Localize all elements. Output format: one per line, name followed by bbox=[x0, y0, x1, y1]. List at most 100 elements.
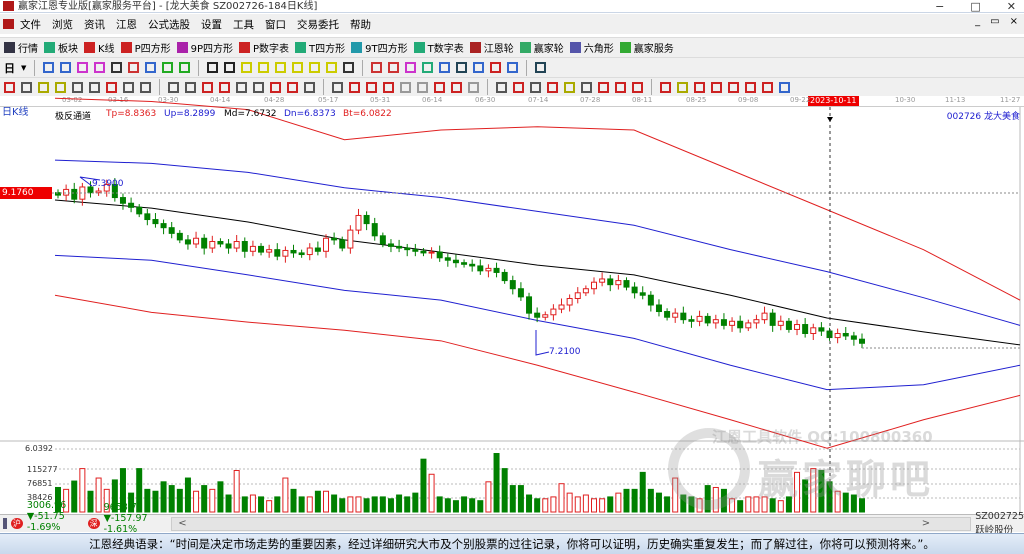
volume-bar bbox=[655, 492, 662, 513]
candle-body bbox=[71, 188, 78, 200]
volume-bar bbox=[371, 496, 378, 513]
channel-line-tp bbox=[54, 97, 1021, 301]
candle-body bbox=[339, 239, 346, 249]
candle-body bbox=[688, 319, 695, 322]
candle-body bbox=[842, 332, 849, 337]
volume-bar bbox=[184, 477, 191, 513]
volume-bar bbox=[794, 471, 801, 513]
volume-bar bbox=[737, 500, 744, 513]
candle-body bbox=[542, 314, 549, 318]
volume-bar bbox=[599, 498, 606, 513]
volume-bar bbox=[859, 498, 865, 513]
candle-body bbox=[704, 315, 711, 324]
volume-bar bbox=[639, 471, 646, 513]
candle-body bbox=[485, 267, 492, 272]
candle-body bbox=[371, 223, 378, 237]
candle-body bbox=[396, 245, 403, 249]
scroll-right-button[interactable]: > bbox=[922, 518, 930, 529]
candle-body bbox=[233, 241, 240, 249]
candle-body bbox=[306, 247, 313, 256]
candle-body bbox=[680, 312, 687, 321]
candle-body bbox=[777, 320, 784, 326]
candle-body bbox=[720, 319, 727, 326]
crosshair-arrow-icon bbox=[827, 117, 833, 122]
candle-body bbox=[599, 278, 606, 283]
volume-bar bbox=[680, 494, 687, 513]
volume-bar bbox=[363, 498, 370, 513]
candle-body bbox=[615, 280, 622, 286]
indicator-md: Md=7.6732 bbox=[224, 109, 277, 119]
volume-bar bbox=[526, 494, 533, 513]
candle-body bbox=[266, 249, 273, 253]
kline-chart[interactable] bbox=[0, 0, 1024, 514]
volume-bar bbox=[306, 496, 313, 513]
volume-bar bbox=[404, 496, 411, 513]
candle-body bbox=[160, 223, 167, 229]
ticker-scrollbar[interactable]: < > bbox=[171, 516, 972, 531]
volume-bar bbox=[704, 485, 711, 513]
candle-body bbox=[290, 249, 297, 254]
candle-body bbox=[509, 280, 516, 290]
volume-bar bbox=[428, 473, 435, 513]
candle-body bbox=[412, 249, 419, 252]
volume-bar bbox=[209, 488, 216, 513]
candle-body bbox=[176, 232, 183, 241]
candle-body bbox=[298, 252, 305, 256]
candle-body bbox=[168, 227, 175, 234]
candle-body bbox=[639, 292, 646, 296]
candle-body bbox=[209, 241, 216, 249]
candle-body bbox=[558, 304, 565, 310]
candle-body bbox=[834, 332, 841, 339]
high-price-label: 9.3900 bbox=[92, 179, 124, 189]
volume-tick: 76851 bbox=[27, 479, 53, 488]
scroll-left-button[interactable]: < bbox=[178, 518, 186, 529]
candle-body bbox=[623, 280, 630, 288]
candle-body bbox=[818, 327, 825, 332]
candle-body bbox=[452, 259, 459, 264]
candle-body bbox=[672, 312, 679, 318]
candle-body bbox=[387, 243, 394, 247]
low-marker bbox=[535, 330, 550, 356]
volume-bar bbox=[761, 496, 768, 513]
candle-body bbox=[331, 237, 338, 241]
low-price-label: 7.2100 bbox=[549, 347, 581, 357]
candle-body bbox=[282, 249, 289, 257]
candle-body bbox=[647, 294, 654, 306]
volume-bar bbox=[452, 500, 459, 513]
candle-body bbox=[582, 288, 589, 294]
volume-bar bbox=[339, 498, 346, 513]
indicator-up: Up=8.2899 bbox=[164, 109, 216, 119]
candle-body bbox=[152, 219, 159, 225]
volume-bar bbox=[241, 496, 248, 513]
volume-bar bbox=[566, 492, 573, 513]
volume-bar bbox=[558, 483, 565, 513]
volume-bar bbox=[193, 490, 200, 513]
stock-name: 002726 龙大美食 bbox=[946, 112, 1020, 122]
candle-body bbox=[355, 214, 362, 231]
candle-body bbox=[859, 338, 865, 344]
candle-body bbox=[144, 213, 151, 221]
candle-body bbox=[241, 241, 248, 252]
volume-bar bbox=[233, 469, 240, 513]
volume-bar bbox=[461, 496, 468, 513]
volume-bar bbox=[314, 490, 321, 513]
volume-bar bbox=[274, 496, 281, 513]
volume-bar bbox=[217, 481, 224, 513]
volume-bar bbox=[534, 498, 541, 513]
volume-bar bbox=[842, 492, 849, 513]
volume-bar bbox=[331, 494, 338, 513]
volume-bar bbox=[696, 498, 703, 513]
volume-bar bbox=[412, 492, 419, 513]
candle-body bbox=[712, 319, 719, 324]
grid-icon[interactable] bbox=[3, 518, 7, 529]
volume-bar bbox=[258, 496, 265, 513]
volume-bar bbox=[444, 498, 451, 513]
candle-body bbox=[63, 188, 70, 196]
volume-bar bbox=[160, 481, 167, 513]
candle-body bbox=[258, 245, 265, 253]
volume-bar bbox=[607, 496, 614, 513]
volume-bar bbox=[753, 496, 760, 513]
indicator-name: 极反通道 bbox=[55, 112, 92, 122]
sh-badge: 沪 bbox=[10, 518, 23, 529]
volume-bar bbox=[501, 468, 508, 513]
